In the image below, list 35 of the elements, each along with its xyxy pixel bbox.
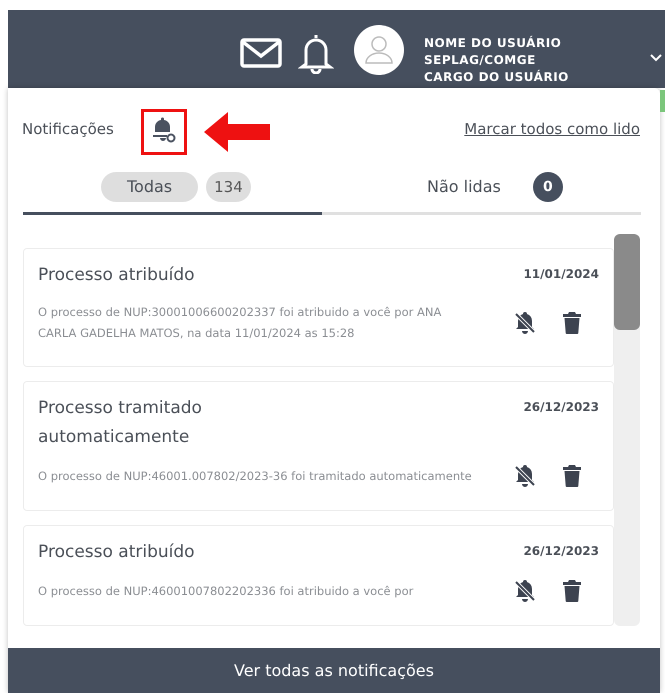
notification-card[interactable]: Processo atribuído 26/12/2023 O processo de NUP:46001007802202336 foi atribuido a você por	[23, 525, 614, 626]
notification-date: 26/12/2023	[523, 543, 599, 560]
notification-card[interactable]: Processo tramitado automaticamente 26/12/2023 O processo de NUP:46001.007802/2023-36 foi tramitado automaticamente	[23, 381, 614, 511]
mail-icon[interactable]	[240, 38, 282, 68]
bell-off-icon[interactable]	[513, 464, 537, 488]
notification-title: Processo tramitado automaticamente	[38, 397, 203, 449]
highlight-box	[141, 109, 187, 155]
tab[interactable]: Não lidas	[427, 172, 501, 202]
view-all-button[interactable]: Ver todas as notificações	[8, 648, 660, 693]
avatar-icon[interactable]	[354, 25, 404, 75]
notification-date: 11/01/2024	[523, 266, 599, 283]
trash-icon[interactable]	[563, 312, 581, 334]
notification-message: O processo de NUP:46001007802202336 foi atribuido a você por	[38, 582, 414, 600]
bell-off-icon[interactable]	[513, 311, 537, 335]
notification-card[interactable]: Processo atribuído 11/01/2024 O processo de NUP:30001006600202337 foi atribuido a você por ANA CARLA GADELHA MATOS, na data 11/01/2024 as 15:28	[23, 248, 614, 367]
bell-off-icon[interactable]	[513, 579, 537, 603]
user-info-text: SEPLAG/COMGE	[424, 52, 537, 69]
notification-title: Processo atribuído	[38, 264, 196, 287]
notification-message: O processo de NUP:46001.007802/2023-36 foi tramitado automaticamente	[38, 468, 473, 484]
panel-title: Notificações	[22, 119, 114, 140]
user-info-text: CARGO DO USUÁRIO	[424, 69, 569, 86]
notification-message: O processo de NUP:30001006600202337 foi atribuido a você por ANA CARLA GADELHA MATOS, na data 11/01/2024 as 15:28	[38, 304, 442, 342]
bell-settings-icon[interactable]	[151, 117, 177, 143]
tab[interactable]: Todas	[101, 172, 198, 202]
trash-icon[interactable]	[563, 465, 581, 487]
side-strip	[660, 90, 665, 112]
scrollbar-thumb[interactable]	[614, 234, 640, 330]
notification-date: 26/12/2023	[523, 399, 599, 416]
bell-icon[interactable]	[298, 32, 334, 74]
arrow-icon	[204, 112, 272, 152]
user-info-text: NOME DO USUÁRIO	[424, 35, 562, 52]
trash-icon[interactable]	[563, 580, 581, 602]
notification-title: Processo atribuído	[38, 541, 196, 564]
chevron-down-icon[interactable]	[650, 54, 662, 62]
mark-all-read-link[interactable]: Marcar todos como lido	[464, 118, 640, 140]
